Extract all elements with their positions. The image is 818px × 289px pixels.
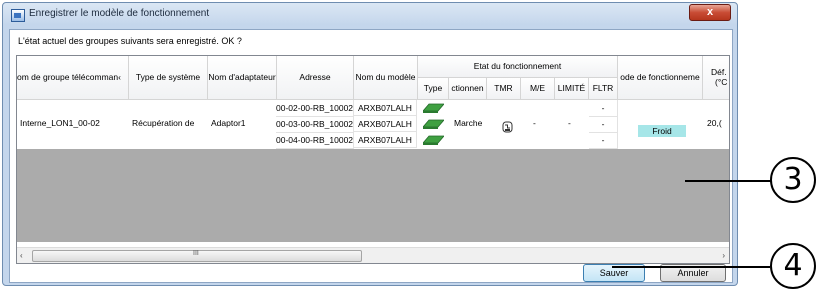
group-name-cell: Interne_LON1_00-02 — [20, 118, 100, 128]
confirm-message: L'état actuel des groupes suivants sera … — [18, 36, 242, 46]
callout-4: 4 — [770, 243, 816, 289]
timer-icon — [502, 121, 513, 133]
col-header-type[interactable]: Type — [418, 78, 449, 100]
col-header-mode[interactable]: ode de fonctionneme — [618, 56, 703, 100]
col-header-system-type[interactable]: Type de système — [129, 56, 208, 100]
col-header-operation[interactable]: ctionnen — [449, 78, 487, 100]
empty-grid-area — [17, 149, 729, 242]
scroll-left-icon[interactable]: ‹ — [20, 251, 23, 260]
col-header-state-group: Etat du fonctionnement — [418, 56, 618, 78]
col-header-me[interactable]: M/E — [521, 78, 555, 100]
operation-cell: Marche — [454, 118, 483, 128]
system-type-cell: Récupération de — [132, 118, 195, 128]
col-header-address[interactable]: Adresse — [277, 56, 354, 100]
scroll-grip: III — [193, 250, 199, 257]
dialog-body: L'état actuel des groupes suivants sera … — [9, 29, 733, 283]
mode-froid-badge: Froid — [638, 125, 686, 137]
callout-3-line — [685, 180, 772, 182]
group-table: om de groupe télécomman‹ Type de système… — [16, 55, 730, 264]
address-cell: 00-04-00-RB_10002 — [276, 132, 354, 149]
callout-3: 3 — [770, 157, 816, 203]
me-cell: - — [533, 118, 536, 128]
callout-4-line — [612, 266, 770, 268]
indoor-unit-icon — [423, 103, 444, 113]
window-title: Enregistrer le modèle de fonctionnement — [29, 8, 210, 19]
scroll-right-icon[interactable]: › — [722, 251, 725, 260]
address-cell: 00-02-00-RB_10002 — [276, 100, 354, 117]
scroll-thumb[interactable]: III — [32, 250, 362, 262]
col-header-model-name[interactable]: Nom du modèle — [354, 56, 418, 100]
col-header-setpoint[interactable]: Déf. te (°C — [703, 56, 729, 100]
close-button[interactable]: x — [689, 4, 731, 21]
model-name-cell: ARXB07LALH — [354, 116, 417, 132]
col-header-tmr[interactable]: TMR — [487, 78, 521, 100]
app-icon — [11, 9, 25, 22]
table-row[interactable]: Interne_LON1_00-02 Récupération de Adapt… — [17, 100, 729, 149]
adapter-name-cell: Adaptor1 — [211, 118, 246, 128]
indoor-unit-icon — [423, 119, 444, 129]
col-header-limit[interactable]: LIMITÉ — [555, 78, 589, 100]
dialog-window: Enregistrer le modèle de fonctionnement … — [2, 2, 738, 286]
fltr-cell: - — [589, 100, 618, 117]
col-header-fltr[interactable]: FLTR — [589, 78, 618, 100]
col-header-group-name[interactable]: om de groupe télécomman‹ — [17, 56, 129, 100]
model-name-cell: ARXB07LALH — [354, 132, 417, 148]
limit-cell: - — [568, 118, 571, 128]
fltr-cell: - — [589, 116, 618, 133]
horizontal-scrollbar[interactable]: ‹ III › — [17, 247, 729, 263]
address-cell: 00-03-00-RB_10002 — [276, 116, 354, 133]
title-bar: Enregistrer le modèle de fonctionnement … — [3, 3, 737, 27]
fltr-cell: - — [589, 132, 618, 149]
model-name-cell: ARXB07LALH — [354, 100, 417, 116]
indoor-unit-icon — [423, 135, 444, 145]
col-header-adapter-name[interactable]: Nom d'adaptateur — [208, 56, 277, 100]
setpoint-cell: 20,( — [707, 118, 722, 128]
